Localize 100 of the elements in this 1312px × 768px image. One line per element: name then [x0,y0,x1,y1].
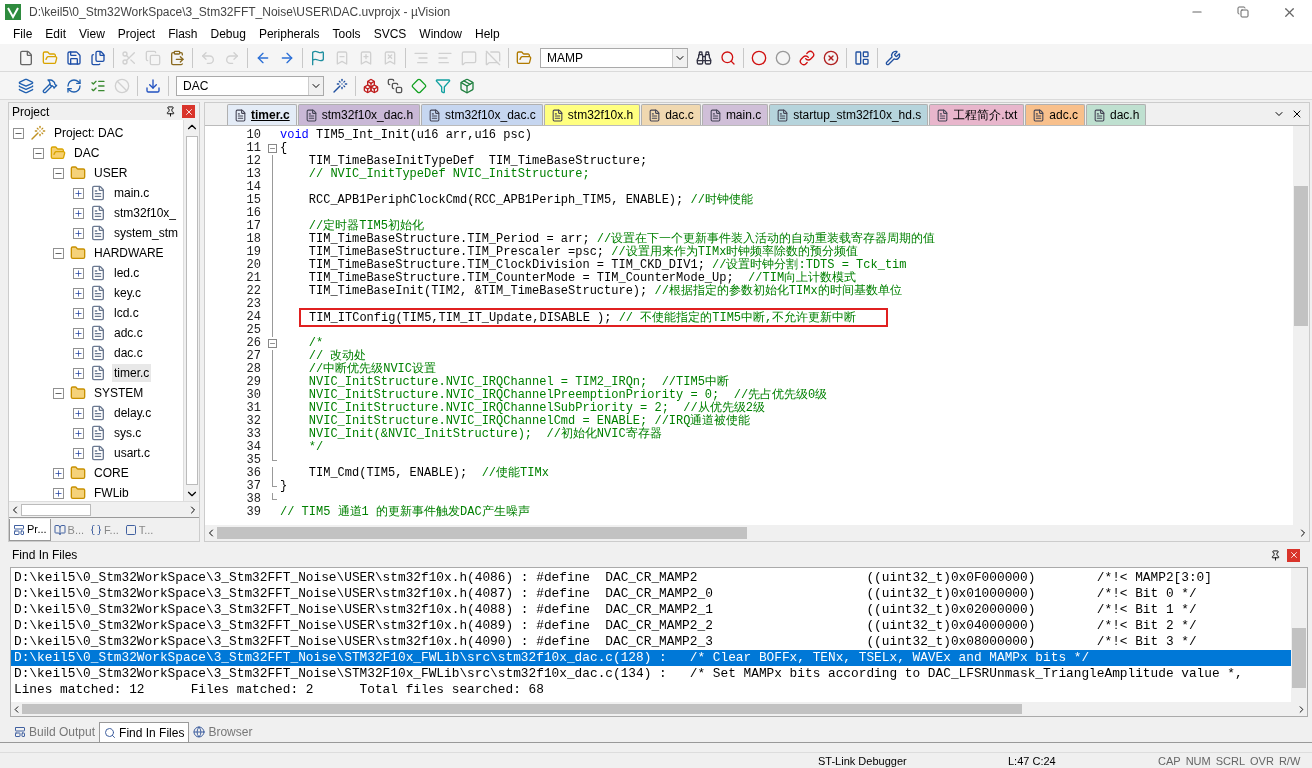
blocks-icon [363,77,379,94]
tree-item[interactable]: led.c [112,264,142,282]
expand-toggle[interactable] [73,367,84,379]
search-result-line[interactable]: D:\keil5\0_Stm32WorkSpace\3_Stm32FFT_Noise\STM32F10x_FWLib\src\stm32f10x_dac.c(134) : /* Set MAMPx bits according to DAC_LFSRUnmask_TriangleAmplitude value *, [11,666,1291,682]
tree-item[interactable]: adc.c [112,324,145,342]
find-combo[interactable]: MAMP [540,47,688,68]
tree-item[interactable]: SYSTEM [92,384,146,402]
line-number: 23 [245,298,262,311]
tree-item[interactable]: delay.c [112,404,154,422]
collapse-toggle[interactable] [53,387,64,399]
tree-item[interactable]: stm32f10x_ [112,204,179,222]
expand-toggle[interactable] [73,187,84,199]
tree-item[interactable]: main.c [112,184,152,202]
menu-item[interactable]: Peripherals [253,25,325,43]
expand-toggle[interactable] [73,327,84,339]
collapse-toggle[interactable] [13,127,24,139]
expand-toggle[interactable] [73,307,84,319]
output-tab[interactable]: Find In Files [99,722,190,742]
search-result-line[interactable]: D:\keil5\0_Stm32WorkSpace\3_Stm32FFT_Noise\USER\stm32f10x.h(4088) : #define DAC_CR_MAMP2_1 ((uint32_t)0x02000000) /*!< Bit 1 */ [11,602,1291,618]
tree-item[interactable]: key.c [112,284,144,302]
globe-icon [193,726,206,738]
editor-tab[interactable]: stm32f10x_dac.c [421,104,543,125]
breakpoint-icon [751,49,767,66]
editor-tab[interactable]: dac.h [1086,104,1147,125]
search-result-line[interactable]: D:\keil5\0_Stm32WorkSpace\3_Stm32FFT_Noise\USER\stm32f10x.h(4089) : #define DAC_CR_MAMP2_2 ((uint32_t)0x04000000) /*!< Bit 2 */ [11,618,1291,634]
tree-item[interactable]: sys.c [112,424,144,442]
editor-tab[interactable]: 工程简介.txt [929,104,1025,125]
close-button[interactable] [182,105,195,118]
menu-item[interactable]: SVCS [368,25,412,43]
pin-icon[interactable] [165,106,176,117]
editor-tab[interactable]: stm32f10x.h [543,104,641,125]
vertical-scrollbar[interactable] [1293,126,1309,525]
tree-item[interactable]: usart.c [112,444,152,462]
menu-item[interactable]: File [8,25,38,43]
window-layout-icon [854,49,870,66]
menu-item[interactable]: Project [112,25,161,43]
line-number: 33 [245,428,262,441]
expand-toggle[interactable] [73,447,84,459]
tree-item[interactable]: CORE [92,464,131,482]
tree-item[interactable]: HARDWARE [92,244,166,262]
editor-tab[interactable]: dac.c [641,104,701,125]
expand-toggle[interactable] [53,487,64,499]
expand-toggle[interactable] [73,207,84,219]
horizontal-scrollbar[interactable] [205,525,1309,541]
status-text: ST-Link Debugger [818,754,908,768]
vertical-scrollbar[interactable] [183,120,199,501]
fold-toggle[interactable] [267,144,277,153]
search-result-line[interactable]: Lines matched: 12 Files matched: 2 Total files searched: 68 [11,682,1291,698]
close-icon[interactable] [1291,108,1303,120]
expand-toggle[interactable] [73,347,84,359]
menu-item[interactable]: Help [470,25,505,43]
line-number: 31 [245,402,262,415]
editor-tab[interactable]: adc.c [1025,104,1085,125]
horizontal-scrollbar[interactable] [11,702,1307,716]
collapse-toggle[interactable] [33,147,44,159]
target-combo[interactable]: DAC [176,75,324,96]
vertical-scrollbar[interactable] [1291,568,1307,702]
menu-item[interactable]: Flash [163,25,203,43]
file-icon [428,108,442,122]
expand-toggle[interactable] [53,467,64,479]
editor-tab[interactable]: main.c [701,104,769,125]
expand-toggle[interactable] [73,407,84,419]
output-tab[interactable]: Browser [189,722,257,742]
search-result-line[interactable]: D:\keil5\0_Stm32WorkSpace\3_Stm32FFT_Noise\USER\stm32f10x.h(4086) : #define DAC_CR_MAMP2 ((uint32_t)0x0F000000) /*!< MAMP2[3:0] [11,570,1291,586]
expand-toggle[interactable] [73,267,84,279]
editor-tab[interactable]: timer.c [227,104,297,125]
menu-item[interactable]: Debug [205,25,251,43]
file-icon [1093,108,1106,122]
bookmark-icon [358,49,374,66]
tree-item[interactable]: USER [92,164,130,182]
file-icon [90,365,106,381]
expand-toggle[interactable] [73,227,84,239]
pin-icon[interactable] [1270,549,1281,561]
tree-item[interactable]: lcd.c [112,304,141,322]
braces-icon [90,524,103,536]
fold-toggle[interactable] [267,339,277,348]
tree-item[interactable]: Project: DAC [52,124,126,142]
tree-item[interactable]: timer.c [112,364,152,382]
tree-item[interactable]: dac.c [112,344,145,362]
editor-tab[interactable]: stm32f10x_dac.h [297,104,421,125]
tree-item[interactable]: DAC [72,144,102,162]
close-button[interactable] [1287,548,1300,562]
tree-item[interactable]: FWLib [92,484,131,501]
collapse-toggle[interactable] [53,167,64,179]
tree-item[interactable]: system_stm [112,224,180,242]
editor-tab[interactable]: startup_stm32f10x_hd.s [769,104,929,125]
menu-item[interactable]: Tools [327,25,366,43]
menu-item[interactable]: Edit [40,25,72,43]
panel-tab[interactable]: Pr... [9,519,51,541]
menu-item[interactable]: Window [414,25,467,43]
output-tab[interactable]: Build Output [10,722,100,742]
collapse-toggle[interactable] [53,247,64,259]
horizontal-scrollbar[interactable] [9,501,199,517]
open-folder-icon [42,49,58,66]
search-result-line[interactable]: D:\keil5\0_Stm32WorkSpace\3_Stm32FFT_Noise\USER\stm32f10x.h(4090) : #define DAC_CR_MAMP2_3 ((uint32_t)0x08000000) /*!< Bit 3 */ [11,634,1291,650]
search-result-line[interactable]: D:\keil5\0_Stm32WorkSpace\3_Stm32FFT_Noise\USER\stm32f10x.h(4087) : #define DAC_CR_MAMP2_0 ((uint32_t)0x01000000) /*!< Bit 0 */ [11,586,1291,602]
expand-toggle[interactable] [73,427,84,439]
menu-item[interactable]: View [74,25,110,43]
status-indicator: NUM [1185,754,1211,768]
expand-toggle[interactable] [73,287,84,299]
